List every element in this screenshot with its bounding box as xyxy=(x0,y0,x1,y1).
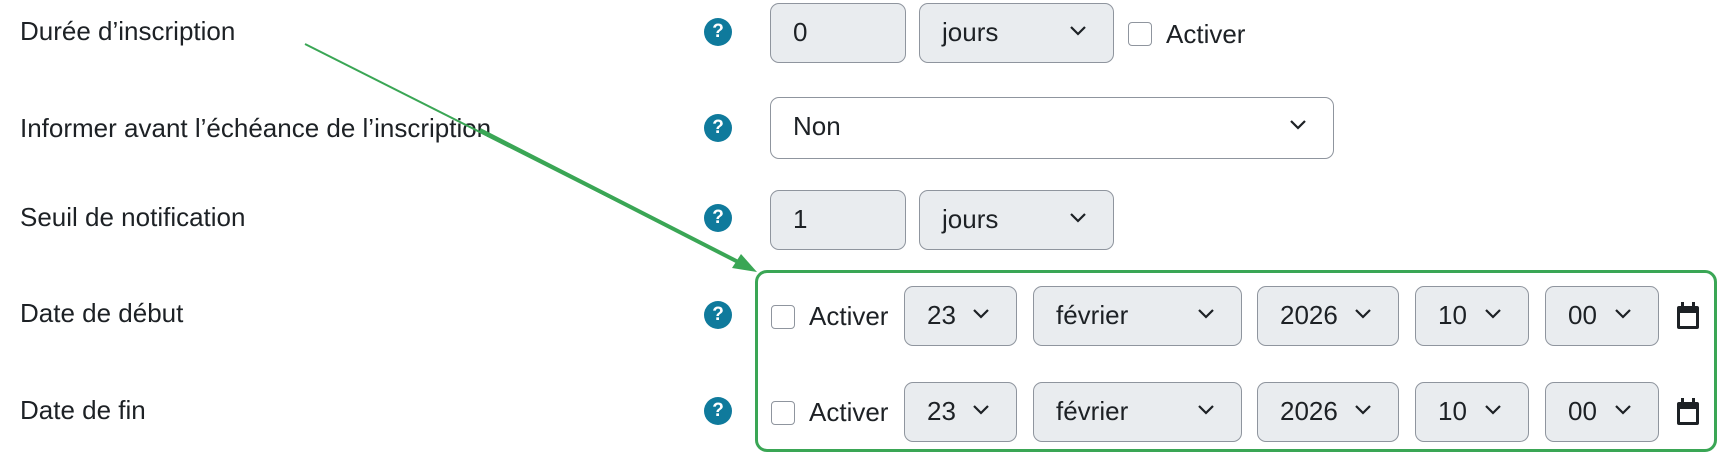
date-debut-year-select[interactable]: 2026 xyxy=(1257,286,1399,346)
seuil-notification-unit-select[interactable]: jours xyxy=(919,190,1114,250)
select-value: février xyxy=(1056,300,1129,330)
label-date-debut: Date de début xyxy=(20,298,184,328)
duree-inscription-unit-select[interactable]: jours xyxy=(919,3,1114,63)
duree-inscription-input[interactable]: 0 xyxy=(770,3,906,63)
date-fin-minute-select[interactable]: 00 xyxy=(1545,382,1659,442)
date-fin-month-select[interactable]: février xyxy=(1033,382,1242,442)
date-debut-hour-select[interactable]: 10 xyxy=(1415,286,1529,346)
chevron-down-icon xyxy=(1354,383,1376,440)
label-informer-avant-echeance: Informer avant l’échéance de l’inscripti… xyxy=(20,113,492,143)
help-icon[interactable]: ? xyxy=(704,18,732,46)
select-value: 2026 xyxy=(1280,396,1338,426)
calendar-icon[interactable] xyxy=(1676,302,1700,335)
chevron-down-icon xyxy=(1069,191,1091,248)
informer-select[interactable]: Non xyxy=(770,97,1334,159)
select-value: 00 xyxy=(1568,300,1597,330)
chevron-down-icon xyxy=(972,287,994,344)
help-icon[interactable]: ? xyxy=(704,301,732,329)
label-date-fin: Date de fin xyxy=(20,395,146,425)
date-fin-year-select[interactable]: 2026 xyxy=(1257,382,1399,442)
date-debut-day-select[interactable]: 23 xyxy=(904,286,1017,346)
select-value: Non xyxy=(793,111,841,141)
select-value: 23 xyxy=(927,396,956,426)
chevron-down-icon xyxy=(972,383,994,440)
select-value: 00 xyxy=(1568,396,1597,426)
help-icon[interactable]: ? xyxy=(704,397,732,425)
label-seuil-notification: Seuil de notification xyxy=(20,202,246,232)
select-value: février xyxy=(1056,396,1129,426)
chevron-down-icon xyxy=(1197,383,1219,440)
chevron-down-icon xyxy=(1614,383,1636,440)
chevron-down-icon xyxy=(1614,287,1636,344)
chevron-down-icon xyxy=(1484,287,1506,344)
date-fin-hour-select[interactable]: 10 xyxy=(1415,382,1529,442)
select-value: jours xyxy=(942,204,999,234)
date-fin-day-select[interactable]: 23 xyxy=(904,382,1017,442)
enable-label: Activer xyxy=(809,301,889,331)
calendar-icon[interactable] xyxy=(1676,398,1700,431)
chevron-down-icon xyxy=(1289,98,1311,155)
label-duree-inscription: Durée d’inscription xyxy=(20,16,236,46)
help-icon[interactable]: ? xyxy=(704,114,732,142)
select-value: jours xyxy=(942,17,999,47)
seuil-notification-input[interactable]: 1 xyxy=(770,190,906,250)
chevron-down-icon xyxy=(1069,4,1091,61)
chevron-down-icon xyxy=(1197,287,1219,344)
help-icon[interactable]: ? xyxy=(704,204,732,232)
select-value: 23 xyxy=(927,300,956,330)
chevron-down-icon xyxy=(1484,383,1506,440)
date-fin-enable-checkbox[interactable] xyxy=(771,401,795,425)
date-debut-month-select[interactable]: février xyxy=(1033,286,1242,346)
enable-label: Activer xyxy=(809,397,889,427)
select-value: 10 xyxy=(1438,300,1467,330)
date-debut-minute-select[interactable]: 00 xyxy=(1545,286,1659,346)
enable-label: Activer xyxy=(1166,19,1246,49)
chevron-down-icon xyxy=(1354,287,1376,344)
date-debut-enable-checkbox[interactable] xyxy=(771,305,795,329)
select-value: 10 xyxy=(1438,396,1467,426)
duree-inscription-enable-checkbox[interactable] xyxy=(1128,22,1152,46)
select-value: 2026 xyxy=(1280,300,1338,330)
